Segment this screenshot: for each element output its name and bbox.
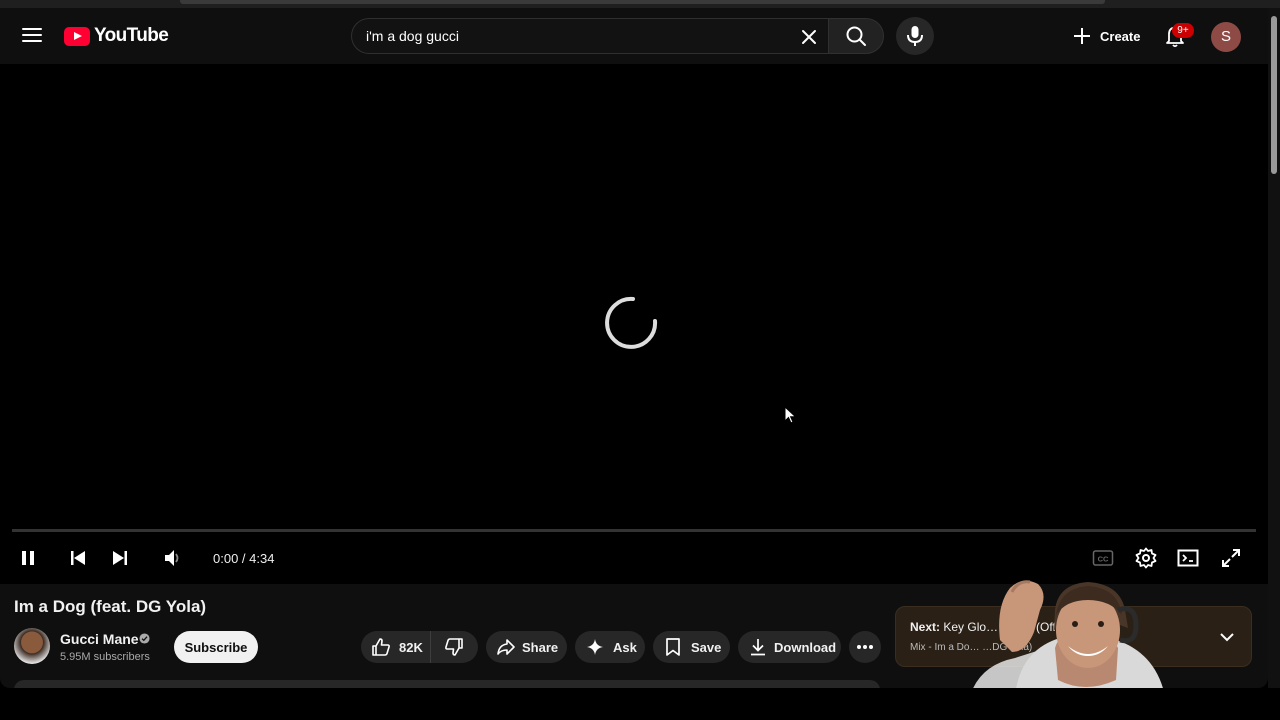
volume-button[interactable] (154, 540, 190, 576)
account-avatar[interactable]: S (1211, 22, 1241, 52)
gear-icon (1135, 547, 1157, 569)
share-button[interactable]: Share (486, 631, 567, 663)
thumbs-down-icon (444, 637, 464, 657)
subscriber-count: 5.95M subscribers (60, 651, 150, 663)
cc-icon: CC (1092, 550, 1114, 566)
plus-icon (1074, 28, 1090, 44)
download-icon (748, 637, 768, 657)
more-horizontal-icon (857, 645, 873, 649)
time-display: 0:00 / 4:34 (213, 551, 274, 566)
time-separator: / (238, 551, 250, 566)
browser-tab-strip (180, 0, 1105, 4)
webcam-overlay (973, 580, 1163, 688)
share-label: Share (522, 639, 559, 655)
page-scrollbar[interactable] (1268, 8, 1280, 688)
sparkle-icon (585, 637, 605, 657)
more-actions-button[interactable] (849, 631, 881, 663)
skip-previous-icon (71, 551, 85, 565)
dislike-button[interactable] (431, 631, 477, 663)
ask-label: Ask (613, 639, 637, 655)
create-label: Create (1100, 28, 1141, 44)
youtube-play-icon (64, 26, 90, 46)
time-current: 0:00 (213, 551, 239, 566)
svg-text:CC: CC (1098, 555, 1109, 564)
like-dislike-group: 82K (361, 631, 478, 663)
logo-wordmark: YouTube (94, 25, 169, 46)
channel-name[interactable]: Gucci Mane (60, 631, 139, 647)
notification-count-badge: 9+ (1172, 23, 1194, 38)
browser-top-bar (0, 0, 1280, 8)
search-input[interactable] (366, 28, 766, 44)
pause-icon (22, 551, 34, 565)
search-icon (846, 26, 866, 46)
mouse-cursor-icon (784, 406, 797, 424)
masthead: YouTube Create 9+ S (0, 8, 1268, 64)
previous-button[interactable] (60, 540, 96, 576)
close-icon[interactable] (794, 22, 824, 52)
menu-icon[interactable] (20, 24, 44, 48)
ask-button[interactable]: Ask (575, 631, 645, 663)
fullscreen-icon (1222, 549, 1240, 567)
time-total: 4:34 (249, 551, 275, 566)
description-box[interactable] (14, 680, 880, 688)
pause-button[interactable] (10, 540, 46, 576)
youtube-page: YouTube Create 9+ S (0, 8, 1268, 688)
like-button[interactable]: 82K (361, 631, 431, 663)
miniplayer-icon (1177, 549, 1199, 567)
search-bar (351, 18, 884, 54)
skip-next-icon (113, 551, 127, 565)
youtube-logo[interactable]: YouTube (64, 25, 169, 47)
verified-badge-icon (139, 633, 150, 644)
search-button[interactable] (828, 18, 884, 54)
video-title: Im a Dog (feat. DG Yola) (14, 597, 207, 616)
search-box (351, 18, 828, 54)
loading-spinner-icon (605, 296, 658, 349)
share-arrow-icon (496, 637, 516, 657)
up-next-prefix: Next: (910, 620, 941, 634)
create-button[interactable]: Create (1064, 20, 1152, 52)
next-button[interactable] (102, 540, 138, 576)
video-player[interactable]: 0:00 / 4:34 CC (0, 64, 1268, 584)
thumbs-up-icon (371, 637, 391, 657)
channel-avatar[interactable] (14, 628, 50, 664)
bookmark-icon (663, 637, 683, 657)
scrollbar-thumb[interactable] (1271, 16, 1277, 174)
like-count: 82K (399, 639, 423, 655)
save-button[interactable]: Save (653, 631, 730, 663)
volume-icon (165, 550, 179, 566)
microphone-icon (907, 26, 923, 46)
download-button[interactable]: Download (738, 631, 841, 663)
subscribe-button[interactable]: Subscribe (174, 631, 258, 663)
voice-search-button[interactable] (896, 17, 934, 55)
progress-bar[interactable] (12, 529, 1256, 532)
save-label: Save (691, 639, 722, 655)
download-label: Download (774, 639, 837, 655)
